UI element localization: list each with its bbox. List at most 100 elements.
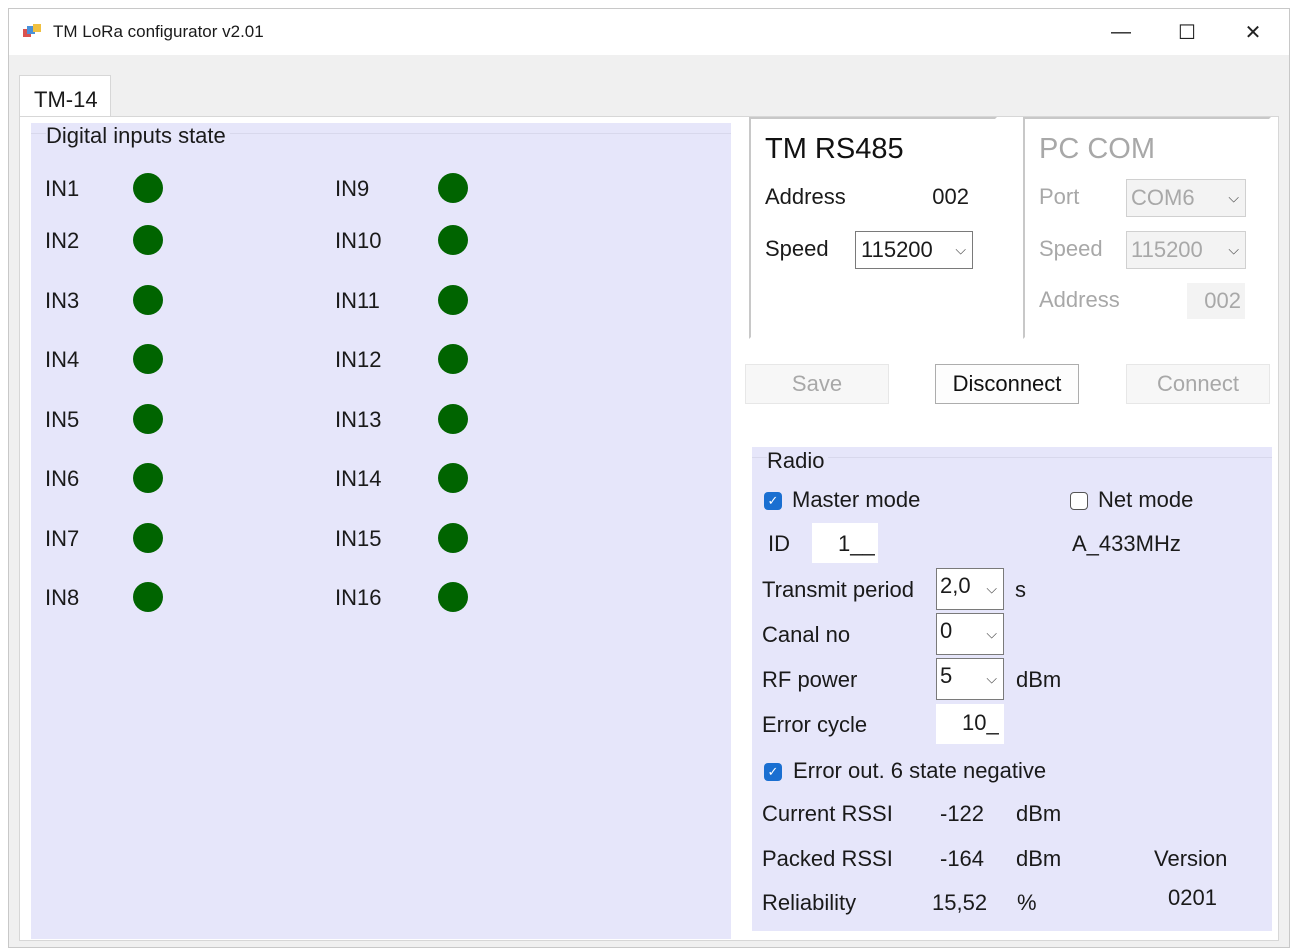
net-mode-label[interactable]: Net mode (1098, 487, 1193, 513)
disconnect-button[interactable]: Disconnect (935, 364, 1079, 404)
input-label: IN14 (335, 466, 382, 491)
input-label: IN8 (45, 585, 80, 610)
pc-com-title: PC COM (1039, 133, 1155, 165)
transmit-period-label: Transmit period (762, 577, 915, 602)
transmit-period-select[interactable]: 2,0 ⌵ (936, 568, 1004, 610)
input-indicator (438, 523, 468, 553)
input-indicator (133, 523, 163, 553)
speed-label: Speed (1039, 236, 1103, 261)
digital-inputs-panel: Digital inputs state IN1 IN2 IN3 IN4 IN5… (31, 123, 731, 939)
current-rssi-label: Current RSSI (762, 801, 893, 826)
rf-power-value: 5 (940, 663, 953, 688)
current-rssi-value: -122 (940, 801, 985, 826)
error-out-checkbox[interactable]: ✓ (764, 763, 782, 781)
input-indicator (438, 463, 468, 493)
maximize-button[interactable]: ☐ (1157, 9, 1217, 55)
input-label: IN12 (335, 347, 382, 372)
input-indicator (438, 582, 468, 612)
tm-rs485-title: TM RS485 (765, 133, 904, 165)
window-title: TM LoRa configurator v2.01 (53, 22, 264, 41)
input-label: IN16 (335, 585, 382, 610)
rf-power-unit: dBm (1016, 667, 1062, 692)
chevron-down-icon: ⌵ (986, 580, 997, 597)
input-label: IN5 (45, 407, 80, 432)
input-label: IN13 (335, 407, 382, 432)
address-field[interactable]: 002 (917, 179, 973, 215)
speed-label: Speed (765, 236, 829, 261)
canal-no-value: 0 (940, 618, 953, 643)
input-label: IN1 (45, 176, 80, 201)
chevron-down-icon: ⌵ (1228, 189, 1239, 206)
input-label: IN9 (335, 176, 370, 201)
save-button[interactable]: Save (745, 364, 889, 404)
net-mode-checkbox[interactable] (1070, 492, 1088, 510)
speed-value: 115200 (861, 237, 933, 262)
digital-inputs-title: Digital inputs state (46, 123, 230, 149)
error-cycle-label: Error cycle (762, 712, 868, 737)
minimize-button[interactable]: — (1091, 9, 1151, 55)
input-label: IN6 (45, 466, 80, 491)
input-indicator (133, 404, 163, 434)
app-window: TM LoRa configurator v2.01 — ☐ ✕ TM-14 D… (8, 8, 1290, 948)
chevron-down-icon: ⌵ (1228, 241, 1239, 258)
version-label: Version (1154, 846, 1228, 871)
chevron-down-icon: ⌵ (955, 241, 966, 258)
input-indicator (133, 173, 163, 203)
input-label: IN10 (335, 228, 382, 253)
packed-rssi-unit: dBm (1016, 846, 1062, 871)
packed-rssi-value: -164 (940, 846, 985, 871)
input-indicator (438, 344, 468, 374)
rf-power-select[interactable]: 5 ⌵ (936, 658, 1004, 700)
title-bar[interactable]: TM LoRa configurator v2.01 — ☐ ✕ (9, 9, 1289, 55)
connect-button[interactable]: Connect (1126, 364, 1270, 404)
pc-speed-select[interactable]: 115200 ⌵ (1126, 231, 1246, 269)
input-indicator (133, 225, 163, 255)
id-field[interactable]: 1__ (812, 523, 878, 563)
canal-no-select[interactable]: 0 ⌵ (936, 613, 1004, 655)
input-label: IN2 (45, 228, 80, 253)
pc-address-label: Address (1039, 287, 1120, 312)
port-select[interactable]: COM6 ⌵ (1126, 179, 1246, 217)
pc-speed-value: 115200 (1131, 237, 1203, 262)
address-label: Address (765, 184, 846, 209)
error-cycle-field[interactable]: 10_ (936, 704, 1004, 744)
master-mode-checkbox[interactable]: ✓ (764, 492, 782, 510)
reliability-unit: % (1017, 890, 1037, 915)
packed-rssi-label: Packed RSSI (762, 846, 893, 871)
input-indicator (133, 344, 163, 374)
version-value: 0201 (1168, 885, 1217, 910)
input-indicator (133, 285, 163, 315)
speed-select[interactable]: 115200 ⌵ (855, 231, 973, 269)
master-mode-label[interactable]: Master mode (792, 487, 920, 513)
port-value: COM6 (1131, 185, 1195, 210)
tm-rs485-group: TM RS485 Address 002 Speed 115200 ⌵ (749, 117, 997, 339)
pc-address-field[interactable]: 002 (1187, 283, 1245, 319)
pc-com-group: PC COM Port COM6 ⌵ Speed 115200 ⌵ Addres… (1023, 117, 1271, 339)
radio-panel: Radio ✓ Master mode Net mode ID 1__ A_43… (752, 447, 1272, 931)
input-indicator (438, 404, 468, 434)
transmit-period-unit: s (1015, 577, 1026, 602)
close-button[interactable]: ✕ (1223, 9, 1283, 55)
band-label: A_433MHz (1072, 531, 1181, 556)
rf-power-label: RF power (762, 667, 858, 692)
error-out-label[interactable]: Error out. 6 state negative (793, 758, 1046, 784)
chevron-down-icon: ⌵ (986, 670, 997, 687)
id-label: ID (768, 531, 790, 556)
input-label: IN15 (335, 526, 382, 551)
input-indicator (438, 285, 468, 315)
reliability-label: Reliability (762, 890, 857, 915)
input-indicator (133, 463, 163, 493)
reliability-value: 15,52 (932, 890, 988, 915)
input-label: IN4 (45, 347, 80, 372)
input-indicator (438, 173, 468, 203)
radio-title: Radio (767, 448, 829, 474)
canal-no-label: Canal no (762, 622, 851, 647)
input-label: IN7 (45, 526, 80, 551)
transmit-period-value: 2,0 (940, 573, 971, 598)
app-icon (23, 24, 41, 37)
chevron-down-icon: ⌵ (986, 625, 997, 642)
port-label: Port (1039, 184, 1080, 209)
input-indicator (438, 225, 468, 255)
input-indicator (133, 582, 163, 612)
tab-tm14[interactable]: TM-14 (19, 75, 111, 117)
